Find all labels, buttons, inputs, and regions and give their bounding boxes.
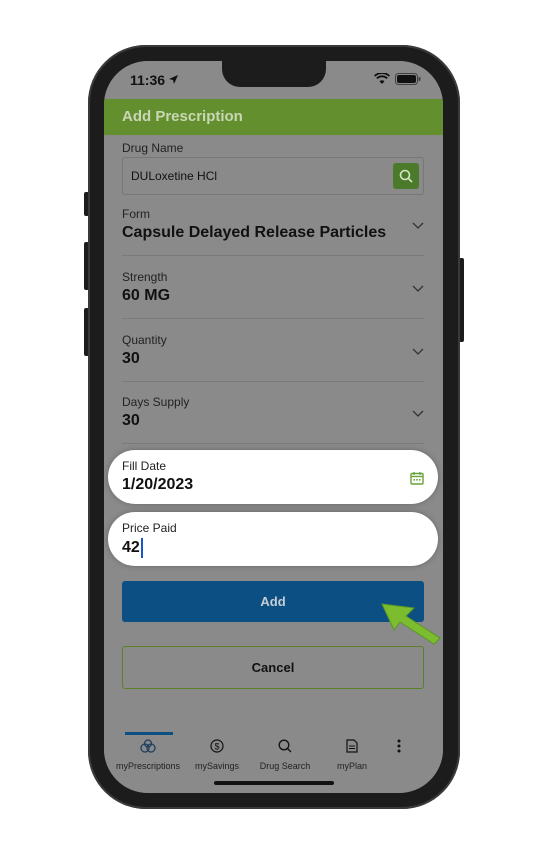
fill-date-field[interactable]: Fill Date 1/20/2023 xyxy=(108,450,438,504)
form-value: Capsule Delayed Release Particles xyxy=(122,224,387,241)
quantity-label: Quantity xyxy=(122,333,167,347)
quantity-value: 30 xyxy=(122,350,140,367)
days-supply-value: 30 xyxy=(122,412,140,429)
search-icon xyxy=(278,739,292,753)
document-icon xyxy=(346,739,358,753)
tab-more[interactable] xyxy=(384,739,414,758)
chevron-down-icon xyxy=(412,348,424,355)
more-vertical-icon xyxy=(397,739,401,753)
tab-label: Drug Search xyxy=(259,761,311,771)
page-title: Add Prescription xyxy=(122,108,243,125)
active-tab-indicator xyxy=(125,732,173,735)
tab-myprescriptions[interactable]: myPrescriptions xyxy=(113,739,183,771)
tab-drug-search[interactable]: Drug Search xyxy=(250,739,320,771)
status-bar: 11:36 xyxy=(104,61,443,99)
notch xyxy=(222,61,326,87)
tab-label: mySavings xyxy=(194,761,239,771)
price-paid-label: Price Paid xyxy=(122,521,177,535)
days-supply-label: Days Supply xyxy=(122,395,190,409)
price-paid-field[interactable]: Price Paid 42 xyxy=(108,512,438,566)
tab-mysavings[interactable]: $ mySavings xyxy=(182,739,252,771)
price-paid-input[interactable]: 42 xyxy=(122,535,143,558)
tab-label: myPrescriptions xyxy=(115,761,180,771)
location-arrow-icon xyxy=(169,75,178,84)
status-time: 11:36 xyxy=(130,72,166,88)
calendar-icon[interactable] xyxy=(410,471,424,485)
phone-screen: 11:36 Add Prescription Drug Name DULoxet… xyxy=(104,61,443,793)
home-indicator xyxy=(214,781,334,785)
app-header: Add Prescription xyxy=(104,99,443,135)
price-paid-value: 42 xyxy=(122,539,140,556)
status-icons xyxy=(374,73,421,85)
strength-value: 60 MG xyxy=(122,287,171,304)
tab-label: myPlan xyxy=(336,761,367,771)
text-cursor xyxy=(140,538,143,558)
strength-label: Strength xyxy=(122,270,168,284)
chevron-down-icon xyxy=(412,222,424,229)
drug-name-value: DULoxetine HCl xyxy=(131,169,218,183)
chevron-down-icon xyxy=(412,410,424,417)
dollar-icon: $ xyxy=(210,739,224,753)
chevron-down-icon xyxy=(412,285,424,292)
drug-name-label: Drug Name xyxy=(122,141,184,155)
strength-select[interactable]: Strength 60 MG xyxy=(122,270,424,319)
wifi-icon xyxy=(374,73,390,84)
form-select[interactable]: Form Capsule Delayed Release Particles xyxy=(122,207,424,256)
search-icon xyxy=(399,169,413,183)
add-button[interactable]: Add xyxy=(122,581,424,622)
pills-icon xyxy=(140,739,156,753)
fill-date-label: Fill Date xyxy=(122,459,167,473)
cancel-button[interactable]: Cancel xyxy=(122,646,424,689)
arrow-pointer-icon xyxy=(381,603,441,645)
battery-icon xyxy=(395,73,421,85)
quantity-select[interactable]: Quantity 30 xyxy=(122,333,424,382)
drug-name-input[interactable]: DULoxetine HCl xyxy=(122,157,424,195)
days-supply-select[interactable]: Days Supply 30 xyxy=(122,395,424,444)
form-label: Form xyxy=(122,207,150,221)
tab-myplan[interactable]: myPlan xyxy=(317,739,387,771)
svg-text:$: $ xyxy=(214,742,219,752)
drug-search-button[interactable] xyxy=(393,163,419,189)
fill-date-value: 1/20/2023 xyxy=(122,476,194,493)
